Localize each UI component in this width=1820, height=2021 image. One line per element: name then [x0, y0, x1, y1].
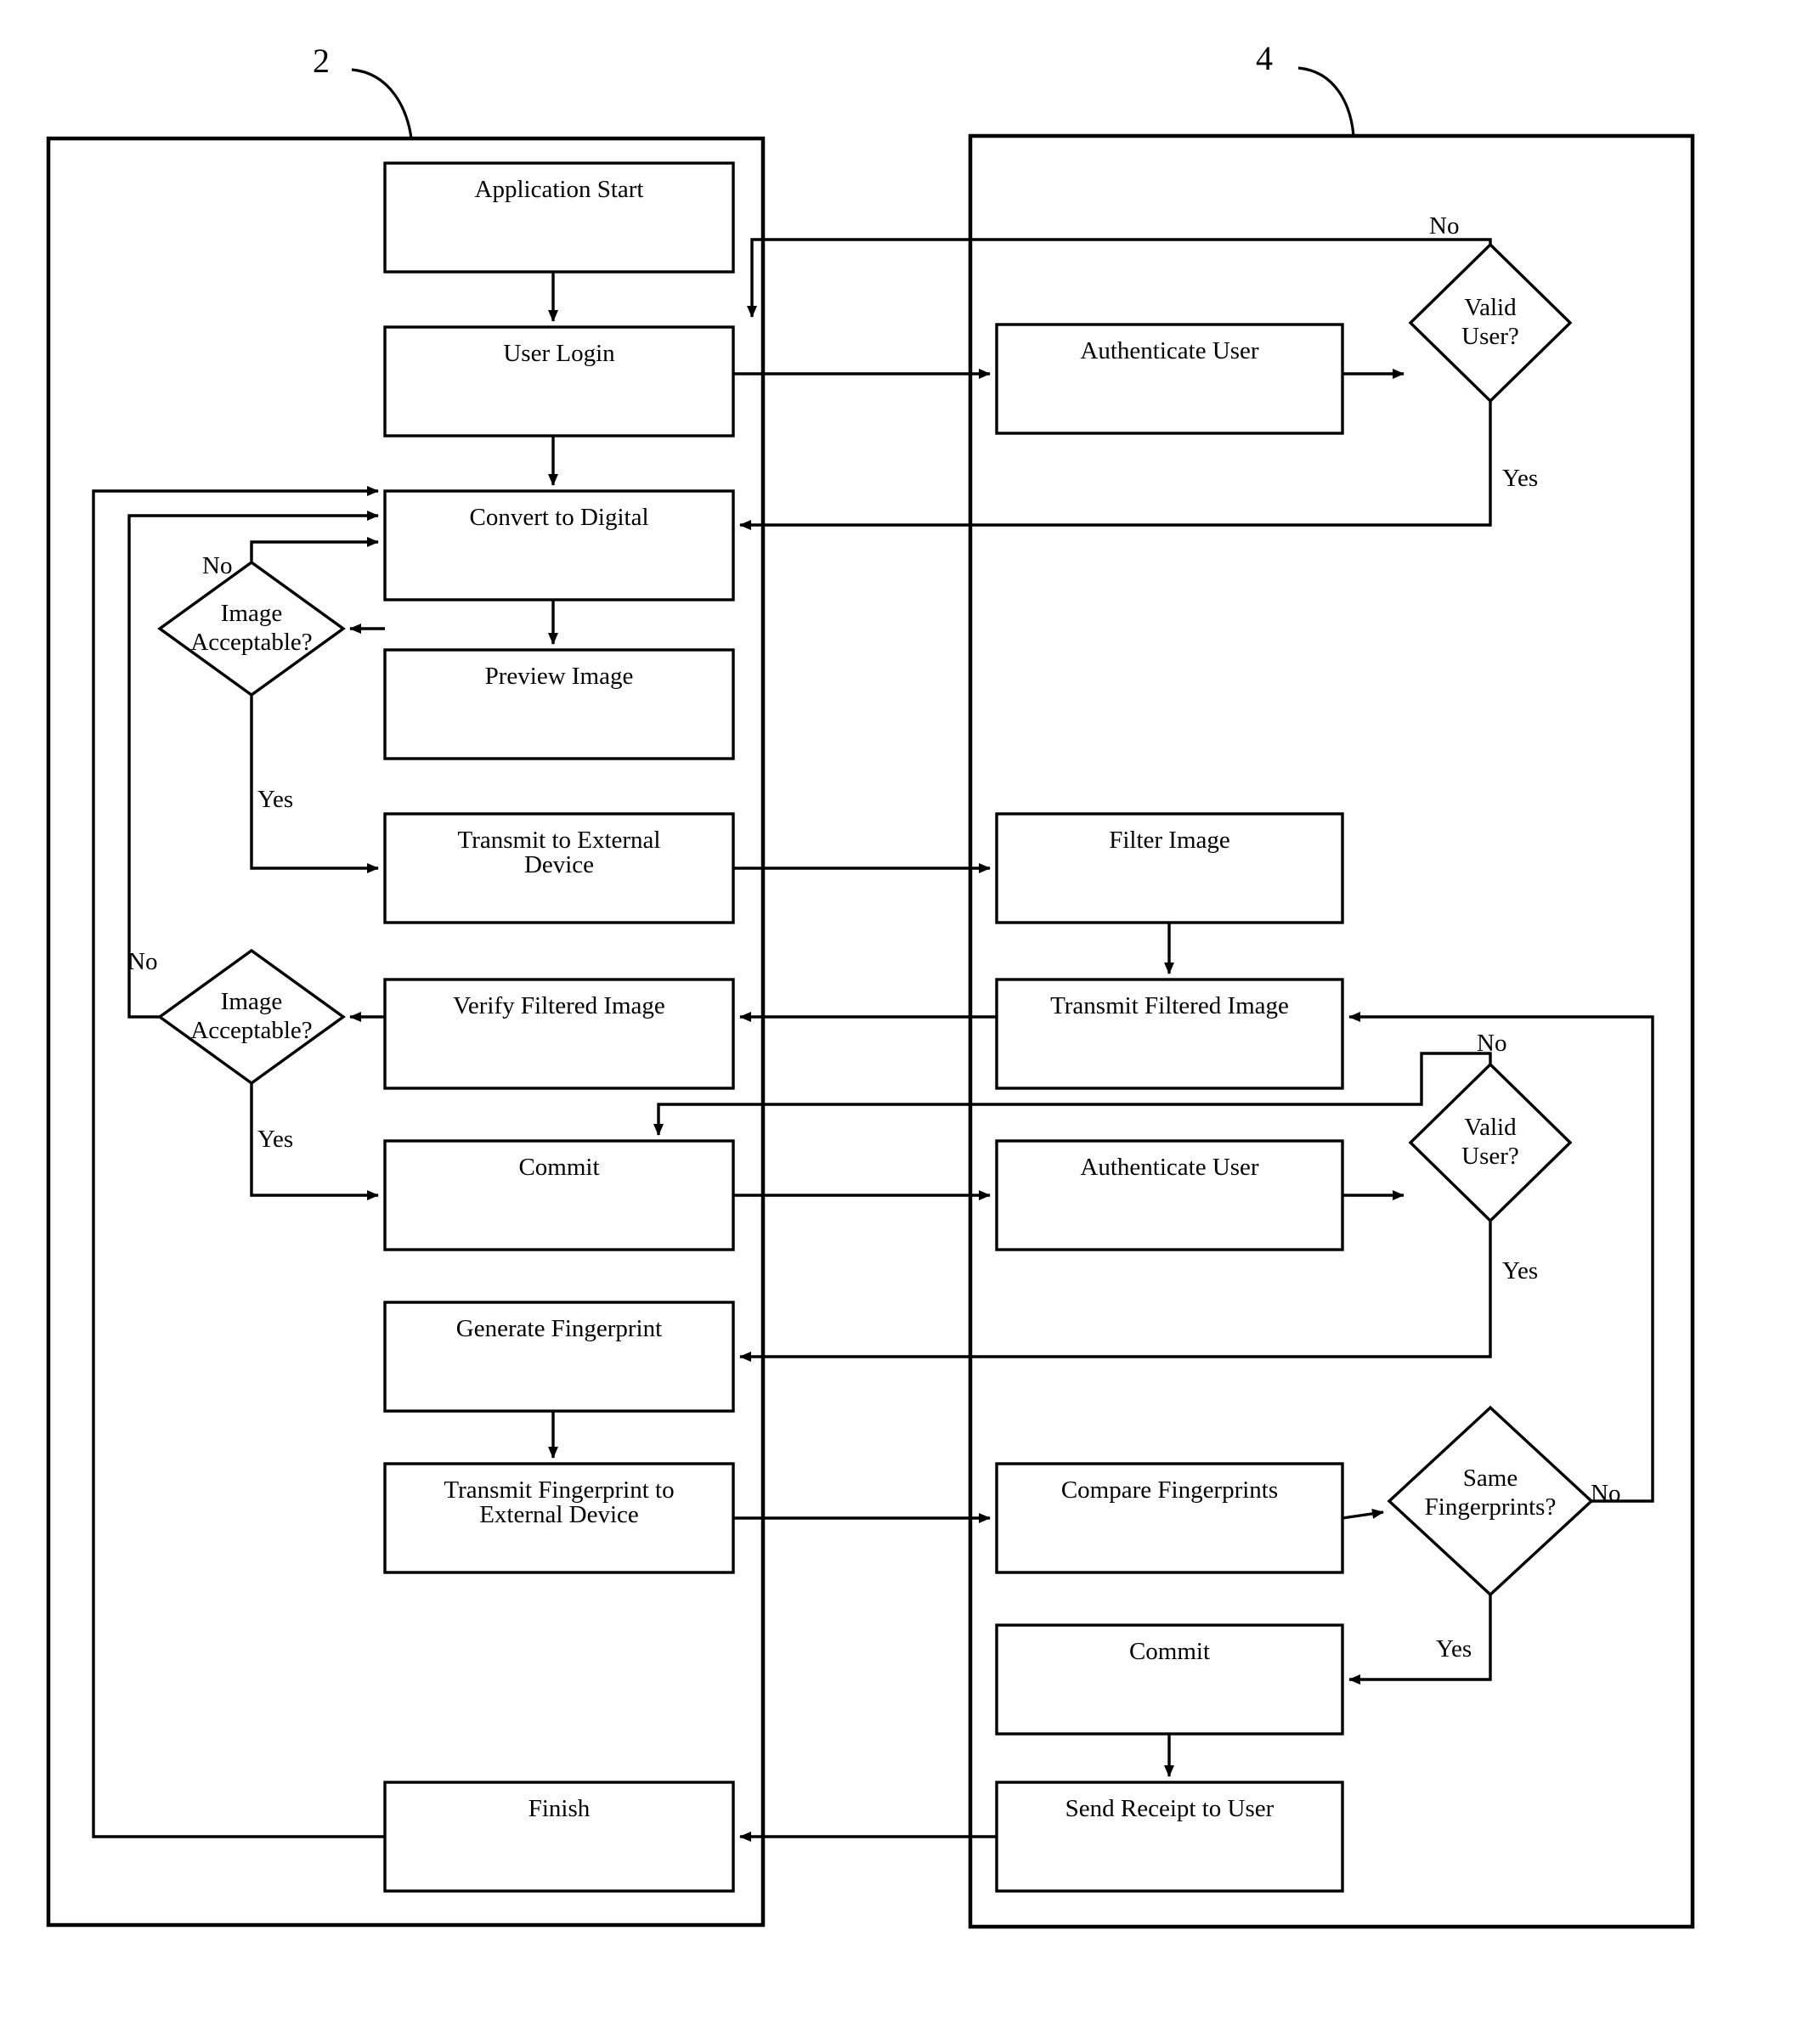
node-transmit-fingerprint	[383, 1462, 735, 1574]
left-container	[46, 136, 766, 1928]
node-finish	[383, 1781, 735, 1893]
edge-validuser1-no	[747, 238, 1492, 318]
edge-samefp-no	[1348, 1012, 1654, 1503]
edge-acceptable2-yes	[250, 1083, 379, 1200]
node-compare-fingerprints	[995, 1462, 1344, 1574]
edge-finish-loop	[92, 486, 385, 1838]
node-authenticate-user-2	[995, 1139, 1344, 1251]
edge-validuser2-no	[653, 1052, 1492, 1136]
edge-acceptable1-yes	[250, 695, 379, 873]
node-convert-to-digital	[383, 489, 735, 601]
edge-acceptable2-no	[127, 511, 379, 1019]
ref-leader-4	[1297, 66, 1355, 137]
node-valid-user-2	[1408, 1062, 1573, 1223]
node-valid-user-1	[1408, 242, 1573, 404]
node-user-login	[383, 325, 735, 438]
node-transmit-filtered-image	[995, 978, 1344, 1090]
ref-leader-2	[351, 68, 413, 139]
node-image-acceptable-2	[157, 948, 346, 1086]
node-send-receipt-to-user	[995, 1781, 1344, 1893]
edge-compare-to-samefp	[1342, 1508, 1384, 1520]
node-preview-image	[383, 648, 735, 760]
node-verify-filtered-image	[383, 978, 735, 1090]
node-authenticate-user-1	[995, 323, 1344, 435]
right-container	[968, 133, 1695, 1929]
edge-samefp-yes	[1348, 1595, 1492, 1685]
node-same-fingerprints	[1387, 1405, 1594, 1597]
edge-validuser1-yes	[739, 401, 1492, 530]
node-commit-right	[995, 1623, 1344, 1736]
node-commit-left	[383, 1139, 735, 1251]
node-image-acceptable-1	[157, 560, 346, 697]
node-transmit-to-external-device	[383, 812, 735, 924]
node-application-start	[383, 161, 735, 274]
node-generate-fingerprint	[383, 1301, 735, 1413]
node-filter-image	[995, 812, 1344, 924]
edge-validuser2-yes	[739, 1221, 1492, 1362]
flowchart-svg	[46, 66, 1695, 1929]
edge-acceptable1-no	[250, 537, 379, 562]
flowchart-canvas: 2 4 Application Start User Login Convert…	[0, 0, 1820, 2021]
